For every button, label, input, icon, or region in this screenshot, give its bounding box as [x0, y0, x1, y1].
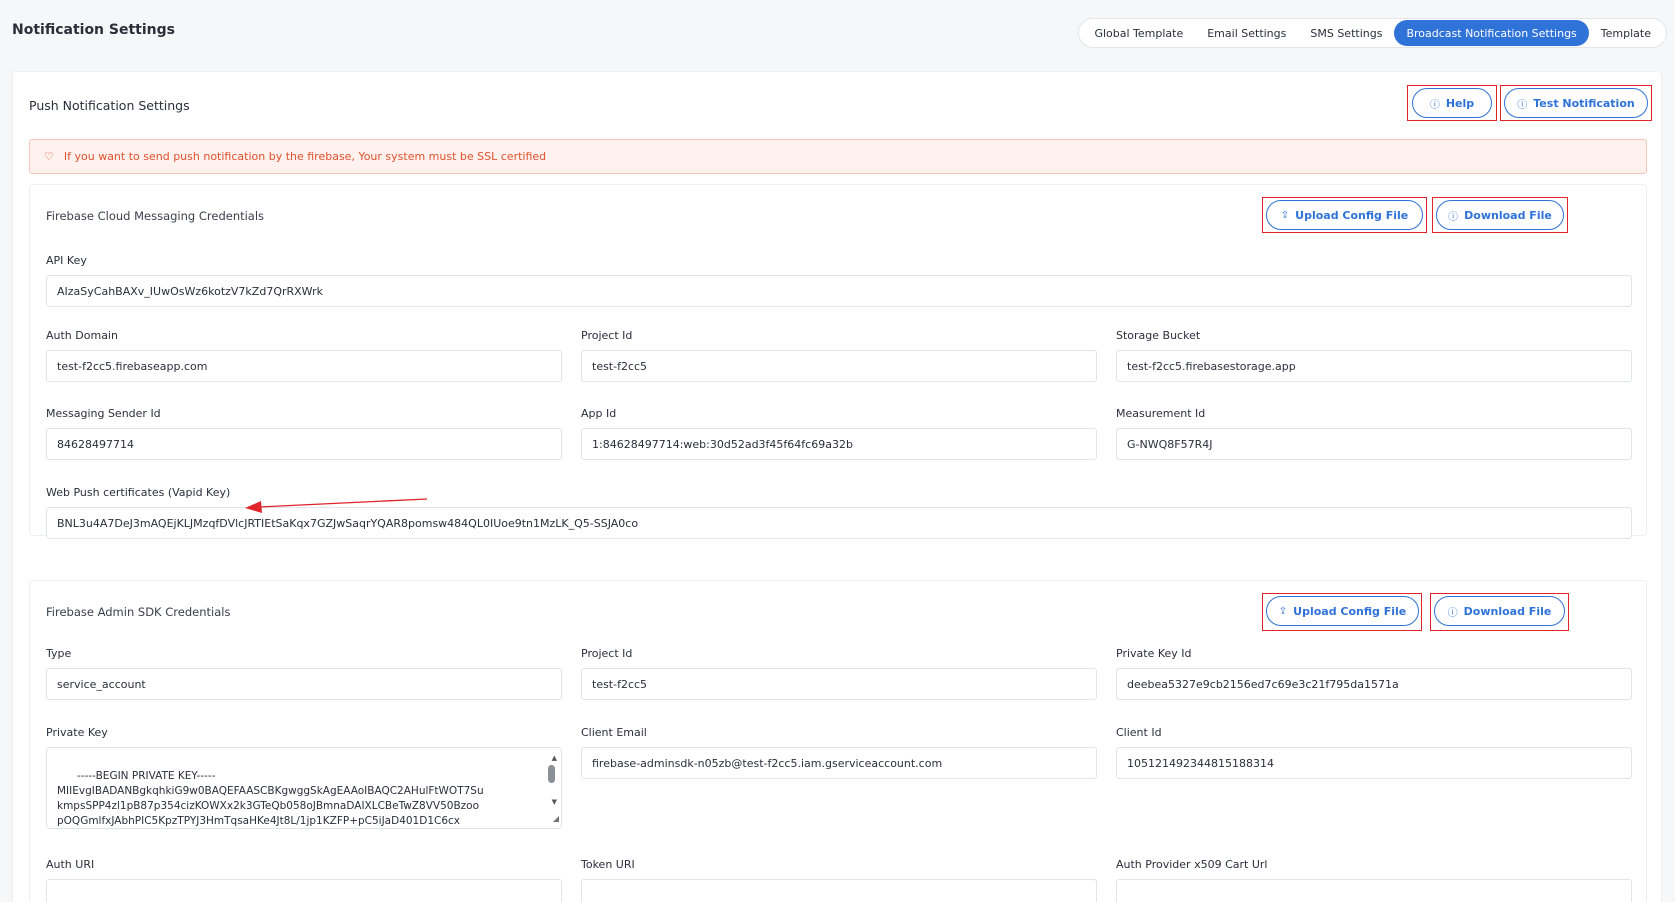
test-notification-label: Test Notification [1533, 96, 1635, 110]
token-uri-field[interactable] [581, 879, 1097, 902]
private-key-id-label: Private Key Id [1116, 647, 1192, 660]
client-email-label: Client Email [581, 726, 647, 739]
help-circle-icon: ⓘ [1517, 99, 1528, 111]
client-id-field[interactable]: 105121492344815188314 [1116, 747, 1632, 779]
app-id-label: App Id [581, 407, 617, 420]
auth-domain-label: Auth Domain [46, 329, 118, 342]
download-icon: ⓘ [1447, 607, 1458, 619]
upload-label: Upload Config File [1293, 604, 1407, 618]
api-key-label: API Key [46, 254, 87, 267]
app-id-field[interactable]: 1:84628497714:web:30d52ad3f45f64fc69a32b [581, 428, 1097, 460]
download-label: Download File [1463, 604, 1552, 618]
admin-sdk-credentials-card: Firebase Admin SDK Credentials ⇪ Upload … [29, 580, 1647, 902]
vapid-key-label: Web Push certificates (Vapid Key) [46, 486, 231, 499]
ssl-warning-alert: ♡ If you want to send push notification … [29, 139, 1647, 174]
sender-id-field[interactable]: 84628497714 [46, 428, 562, 460]
type-field[interactable]: service_account [46, 668, 562, 700]
section-title: Push Notification Settings [29, 98, 190, 113]
auth-provider-label: Auth Provider x509 Cart Url [1116, 858, 1268, 871]
measurement-id-field[interactable]: G-NWQ8F57R4J [1116, 428, 1632, 460]
scrollbar-thumb[interactable] [548, 765, 555, 783]
resize-grip-icon[interactable]: ◢ [553, 811, 559, 826]
upload-config-file-button[interactable]: ⇪ Upload Config File [1266, 596, 1419, 626]
push-notification-panel: Push Notification Settings ⓘ Help ⓘ Test… [12, 71, 1662, 902]
auth-uri-label: Auth URI [46, 858, 95, 871]
help-label: Help [1445, 96, 1475, 110]
download-icon: ⓘ [1448, 211, 1459, 223]
help-circle-icon: ⓘ [1429, 99, 1440, 111]
private-key-id-field[interactable]: deebea5327e9cb2156ed7c69e3c21f795da1571a [1116, 668, 1632, 700]
type-label: Type [46, 647, 72, 660]
upload-config-file-button[interactable]: ⇪ Upload Config File [1266, 200, 1423, 230]
auth-domain-field[interactable]: test-f2cc5.firebaseapp.com [46, 350, 562, 382]
storage-bucket-label: Storage Bucket [1116, 329, 1201, 342]
auth-uri-field[interactable] [46, 879, 562, 902]
test-notification-button[interactable]: ⓘ Test Notification [1504, 88, 1648, 118]
download-file-button[interactable]: ⓘ Download File [1434, 596, 1565, 626]
page-title: Notification Settings [12, 22, 175, 38]
help-button[interactable]: ⓘ Help [1412, 88, 1492, 118]
private-key-textarea[interactable]: -----BEGIN PRIVATE KEY----- MIIEvgIBADAN… [46, 747, 562, 829]
project-id-label: Project Id [581, 647, 633, 660]
upload-label: Upload Config File [1295, 208, 1409, 222]
measurement-id-label: Measurement Id [1116, 407, 1206, 420]
api-key-field[interactable]: AIzaSyCahBAXv_IUwOsWz6kotzV7kZd7QrRXWrk [46, 275, 1632, 307]
tab-global-template[interactable]: Global Template [1082, 20, 1195, 46]
upload-icon: ⇪ [1280, 209, 1290, 221]
upload-icon: ⇪ [1278, 605, 1288, 617]
tab-email-settings[interactable]: Email Settings [1195, 20, 1298, 46]
tab-sms-settings[interactable]: SMS Settings [1298, 20, 1394, 46]
alert-text: If you want to send push notification by… [63, 150, 547, 163]
auth-provider-field[interactable] [1116, 879, 1632, 902]
annotation-arrow [245, 498, 428, 513]
private-key-label: Private Key [46, 726, 108, 739]
project-id-label: Project Id [581, 329, 633, 342]
download-file-button[interactable]: ⓘ Download File [1436, 200, 1564, 230]
sender-id-label: Messaging Sender Id [46, 407, 161, 420]
lightbulb-icon: ♡ [44, 150, 54, 163]
client-email-field[interactable]: firebase-adminsdk-n05zb@test-f2cc5.iam.g… [581, 747, 1097, 779]
private-key-text: -----BEGIN PRIVATE KEY----- MIIEvgIBADAN… [57, 770, 484, 827]
storage-bucket-field[interactable]: test-f2cc5.firebasestorage.app [1116, 350, 1632, 382]
download-label: Download File [1464, 208, 1552, 222]
scroll-up-icon[interactable]: ▲ [552, 751, 557, 766]
fcm-credentials-card: Firebase Cloud Messaging Credentials ⇪ U… [29, 184, 1647, 539]
project-id-field[interactable]: test-f2cc5 [581, 668, 1097, 700]
tab-broadcast-notification-settings[interactable]: Broadcast Notification Settings [1394, 20, 1589, 46]
card-title: Firebase Admin SDK Credentials [46, 605, 231, 619]
tab-template[interactable]: Template [1589, 20, 1663, 46]
project-id-field[interactable]: test-f2cc5 [581, 350, 1097, 382]
scroll-down-icon[interactable]: ▼ [552, 795, 557, 810]
card-title: Firebase Cloud Messaging Credentials [46, 209, 265, 223]
client-id-label: Client Id [1116, 726, 1162, 739]
token-uri-label: Token URI [581, 858, 635, 871]
settings-tabs: Global Template Email Settings SMS Setti… [1078, 18, 1667, 48]
